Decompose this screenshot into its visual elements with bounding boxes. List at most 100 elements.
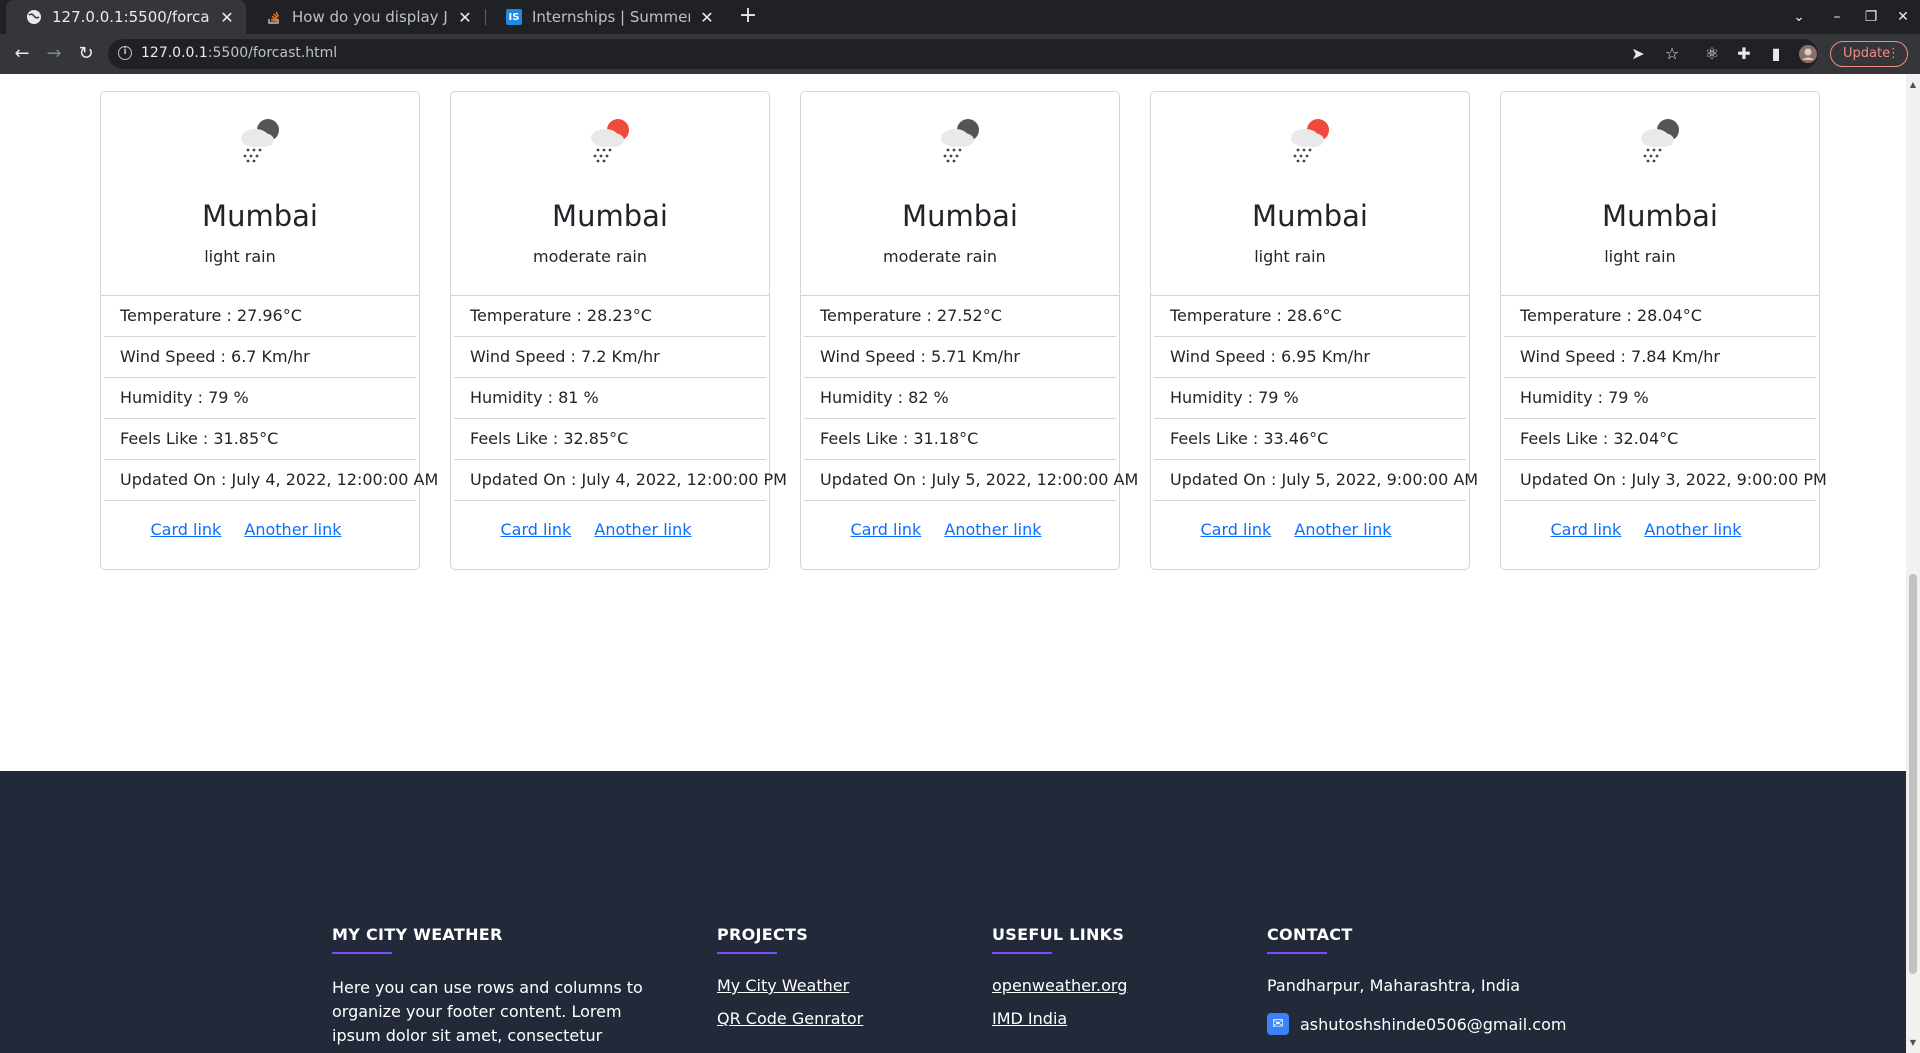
temperature-item: Temperature : 27.52°C — [804, 296, 1116, 337]
temperature-item: Temperature : 28.6°C — [1154, 296, 1466, 337]
card-link[interactable]: Card link — [1551, 520, 1622, 539]
updated-on-item: Updated On : July 4, 2022, 12:00:00 AM — [104, 460, 438, 501]
back-arrow-icon[interactable]: ← — [8, 34, 36, 74]
temperature-item: Temperature : 28.23°C — [454, 296, 766, 337]
humidity-item: Humidity : 79 % — [104, 378, 416, 419]
footer-links-title: USEFUL LINKS — [992, 925, 1125, 944]
footer-link-imd-india[interactable]: IMD India — [992, 1009, 1127, 1028]
card-details-list: Temperature : 28.23°C Wind Speed : 7.2 K… — [451, 295, 787, 501]
tab-stackoverflow[interactable]: How do you display JavaSc ✕ — [246, 0, 484, 34]
url-text: 127.0.0.1:5500/forcast.html — [141, 45, 338, 61]
forecast-card: Mumbai moderate rain Temperature : 28.23… — [450, 91, 787, 570]
tab-title: Internships | Summer Inte — [532, 8, 690, 26]
reload-icon[interactable]: ↻ — [72, 34, 100, 74]
updated-on-item: Updated On : July 5, 2022, 12:00:00 AM — [804, 460, 1138, 501]
footer-projects-title: PROJECTS — [717, 925, 809, 944]
card-link[interactable]: Card link — [151, 520, 222, 539]
card-details-list: Temperature : 28.04°C Wind Speed : 7.84 … — [1501, 295, 1827, 501]
site-footer: MY CITY WEATHER Here you can use rows an… — [0, 771, 1906, 1053]
card-link[interactable]: Card link — [1201, 520, 1272, 539]
footer-email: ashutoshshinde0506@gmail.com — [1300, 1014, 1567, 1034]
scroll-down-icon[interactable]: ▼ — [1906, 1036, 1920, 1050]
send-icon[interactable]: ➤ — [1624, 34, 1652, 74]
footer-contact: CONTACT Pandharpur, Maharashtra, India ✉… — [1267, 925, 1566, 1035]
card-header: Mumbai moderate rain — [451, 92, 769, 295]
close-window-icon[interactable]: ✕ — [1888, 0, 1918, 34]
wind-speed-item: Wind Speed : 6.95 Km/hr — [1154, 337, 1466, 378]
extensions-puzzle-icon[interactable]: ✚ — [1730, 34, 1758, 74]
temperature-item: Temperature : 27.96°C — [104, 296, 416, 337]
card-links: Card link Another link — [1151, 501, 1469, 539]
profile-avatar-icon[interactable] — [1794, 34, 1822, 74]
card-header: Mumbai light rain — [1151, 92, 1469, 295]
tab-search-icon[interactable]: ⌄ — [1784, 0, 1814, 34]
restore-icon[interactable]: ❐ — [1856, 0, 1886, 34]
updated-on-item: Updated On : July 4, 2022, 12:00:00 PM — [454, 460, 787, 501]
another-link[interactable]: Another link — [594, 520, 691, 539]
footer-about-title: MY CITY WEATHER — [332, 925, 503, 944]
footer-link-my-city-weather[interactable]: My City Weather — [717, 976, 863, 995]
scroll-up-icon[interactable]: ▲ — [1906, 78, 1920, 92]
humidity-item: Humidity : 79 % — [1154, 378, 1466, 419]
update-button[interactable]: Update ⋮ — [1830, 41, 1908, 67]
day-rain-icon — [1291, 119, 1329, 163]
temperature-item: Temperature : 28.04°C — [1504, 296, 1816, 337]
humidity-item: Humidity : 81 % — [454, 378, 766, 419]
forecast-card: Mumbai light rain Temperature : 28.6°C W… — [1150, 91, 1478, 570]
night-rain-icon — [1641, 119, 1679, 163]
tab-close-icon[interactable]: ✕ — [456, 8, 474, 27]
another-link[interactable]: Another link — [1294, 520, 1391, 539]
card-link[interactable]: Card link — [501, 520, 572, 539]
updated-on-item: Updated On : July 5, 2022, 9:00:00 AM — [1154, 460, 1478, 501]
card-description: moderate rain — [883, 247, 997, 266]
star-icon[interactable]: ☆ — [1658, 34, 1686, 74]
card-details-list: Temperature : 27.96°C Wind Speed : 6.7 K… — [101, 295, 438, 501]
feels-like-item: Feels Like : 33.46°C — [1154, 419, 1466, 460]
tab-forcast[interactable]: 127.0.0.1:5500/forcast.htm ✕ — [6, 0, 246, 34]
night-rain-icon — [941, 119, 979, 163]
another-link[interactable]: Another link — [944, 520, 1041, 539]
info-icon[interactable]: i — [118, 46, 132, 60]
card-description: moderate rain — [533, 247, 647, 266]
night-rain-icon — [241, 119, 279, 163]
address-bar[interactable]: i 127.0.0.1:5500/forcast.html — [108, 39, 1818, 69]
scrollbar-thumb[interactable] — [1909, 574, 1917, 974]
page-viewport: Mumbai light rain Temperature : 27.96°C … — [0, 74, 1906, 1053]
another-link[interactable]: Another link — [1644, 520, 1741, 539]
tab-internships[interactable]: IS Internships | Summer Inte ✕ — [486, 0, 726, 34]
card-link[interactable]: Card link — [851, 520, 922, 539]
tab-title: How do you display JavaSc — [292, 8, 448, 26]
forecast-card: Mumbai light rain Temperature : 27.96°C … — [100, 91, 438, 570]
footer-link-openweather[interactable]: openweather.org — [992, 976, 1127, 995]
react-devtools-icon[interactable]: ⚛ — [1698, 34, 1726, 74]
minimize-icon[interactable]: – — [1822, 0, 1852, 34]
wind-speed-item: Wind Speed : 7.84 Km/hr — [1504, 337, 1816, 378]
another-link[interactable]: Another link — [244, 520, 341, 539]
card-description: light rain — [1604, 247, 1676, 266]
card-header: Mumbai light rain — [101, 92, 419, 295]
new-tab-button[interactable]: + — [736, 0, 760, 34]
day-rain-icon — [591, 119, 629, 163]
card-city: Mumbai — [1252, 199, 1368, 233]
card-city: Mumbai — [552, 199, 668, 233]
tab-close-icon[interactable]: ✕ — [218, 8, 236, 27]
tab-title: 127.0.0.1:5500/forcast.htm — [52, 8, 210, 26]
side-panel-icon[interactable]: ▮ — [1762, 34, 1790, 74]
footer-link-qr-code-generator[interactable]: QR Code Genrator — [717, 1009, 863, 1028]
forecast-card: Mumbai light rain Temperature : 28.04°C … — [1500, 91, 1827, 570]
tab-close-icon[interactable]: ✕ — [698, 8, 716, 27]
card-links: Card link Another link — [801, 501, 1119, 539]
page-scrollbar[interactable]: ▲ ▼ — [1906, 74, 1920, 1053]
card-city: Mumbai — [1602, 199, 1718, 233]
footer-accent-line — [717, 952, 777, 954]
card-details-list: Temperature : 27.52°C Wind Speed : 5.71 … — [801, 295, 1138, 501]
footer-contact-title: CONTACT — [1267, 925, 1353, 944]
footer-useful-links: USEFUL LINKS openweather.org IMD India — [992, 925, 1127, 1028]
feels-like-item: Feels Like : 32.04°C — [1504, 419, 1816, 460]
card-city: Mumbai — [902, 199, 1018, 233]
more-menu-icon: ⋮ — [1887, 46, 1900, 61]
wind-speed-item: Wind Speed : 7.2 Km/hr — [454, 337, 766, 378]
forward-arrow-icon[interactable]: → — [40, 34, 68, 74]
humidity-item: Humidity : 79 % — [1504, 378, 1816, 419]
card-links: Card link Another link — [101, 501, 419, 539]
